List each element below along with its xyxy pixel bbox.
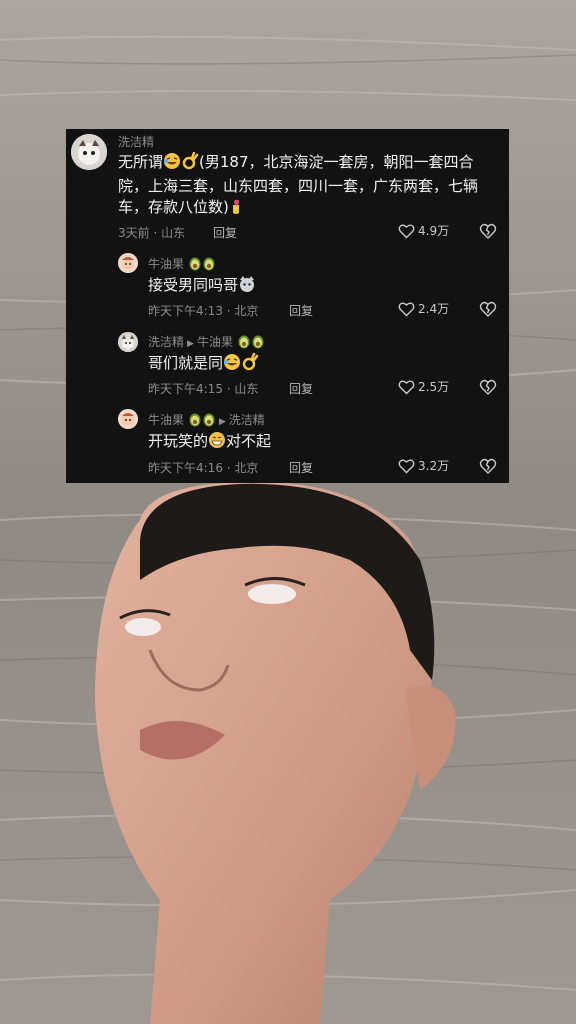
like-count: 2.5万 xyxy=(418,380,450,394)
comment-text-body: 接受男同吗哥 xyxy=(148,276,239,294)
broken-heart-icon[interactable] xyxy=(479,222,497,240)
cat-face-emoji-icon xyxy=(238,275,256,299)
comment-text: 接受男同吗哥 xyxy=(148,275,256,299)
comment-text: 开玩笑的 对不起 xyxy=(148,431,271,455)
comment-text: 无所谓 (男187，北京海淀一套房，朝阳一套四合院，上海三套，山东四套，四川一套，… xyxy=(118,151,498,221)
cartoon-face-avatar-icon xyxy=(118,409,138,429)
comment-text-prefix: 开玩笑的 xyxy=(148,432,209,450)
broken-heart-icon[interactable] xyxy=(479,300,497,318)
avatar[interactable] xyxy=(118,409,138,429)
comment-text: 哥们就是同 xyxy=(148,352,259,377)
comment-text-body: 哥们就是同 xyxy=(148,354,224,372)
reply-arrow-icon: ▶ xyxy=(218,417,226,427)
heart-outline-icon xyxy=(398,302,415,316)
avocado-emoji-icon xyxy=(237,333,251,352)
avocado-emoji-icon xyxy=(202,411,216,430)
author-name: 洗洁精 xyxy=(148,335,185,349)
cartoon-face-avatar-icon xyxy=(118,253,138,273)
heart-outline-icon xyxy=(398,380,415,394)
avocado-emoji-icon xyxy=(202,255,216,274)
avocado-emoji-icon xyxy=(251,333,265,352)
like-button[interactable]: 2.5万 xyxy=(398,378,449,395)
cat-avatar-icon xyxy=(71,134,107,170)
reply-button[interactable]: 回复 xyxy=(289,459,313,476)
author-name: 牛油果 xyxy=(148,413,185,427)
crossed-fingers-heart-emoji-icon xyxy=(229,197,243,221)
reply-to-name: 洗洁精 xyxy=(228,413,265,427)
author-name: 牛油果 xyxy=(148,257,185,271)
comment-author[interactable]: 牛油果 xyxy=(148,255,216,274)
cat-avatar-icon xyxy=(118,332,138,352)
laughing-tears-emoji-icon xyxy=(163,152,181,176)
reply-button[interactable]: 回复 xyxy=(213,224,237,241)
heart-outline-icon xyxy=(398,459,415,473)
like-count: 3.2万 xyxy=(418,459,450,473)
like-count: 4.9万 xyxy=(418,224,450,238)
comment-meta: 昨天下午4:16 · 北京 xyxy=(148,461,259,475)
laughing-tears-emoji-icon xyxy=(223,353,241,377)
like-count: 2.4万 xyxy=(418,302,450,316)
heart-outline-icon xyxy=(398,224,415,238)
avocado-emoji-icon xyxy=(188,255,202,274)
like-button[interactable]: 2.4万 xyxy=(398,300,449,317)
comment-thread-overlay: 洗洁精 无所谓 (男187，北京海淀一套房，朝阳一套四合院，上海三套，山东四套，四… xyxy=(66,129,509,483)
comment-author[interactable]: 牛油果 ▶ 洗洁精 xyxy=(148,411,265,430)
ok-hand-emoji-icon xyxy=(241,352,259,377)
comment-meta: 3天前 · 山东 xyxy=(118,226,186,240)
broken-heart-icon[interactable] xyxy=(479,457,497,475)
ok-hand-emoji-icon xyxy=(181,151,199,176)
avatar[interactable] xyxy=(118,253,138,273)
avocado-emoji-icon xyxy=(188,411,202,430)
reply-to-name: 牛油果 xyxy=(196,335,233,349)
broken-heart-icon[interactable] xyxy=(479,378,497,396)
grinning-sweat-emoji-icon xyxy=(208,431,226,455)
reply-arrow-icon: ▶ xyxy=(187,339,194,349)
comment-author[interactable]: 洗洁精 ▶ 牛油果 xyxy=(148,333,265,352)
comment-meta: 昨天下午4:13 · 北京 xyxy=(148,304,259,318)
comment-author[interactable]: 洗洁精 xyxy=(118,133,154,150)
reply-button[interactable]: 回复 xyxy=(289,380,313,397)
comment-meta: 昨天下午4:15 · 山东 xyxy=(148,382,259,396)
like-button[interactable]: 4.9万 xyxy=(398,222,449,239)
like-button[interactable]: 3.2万 xyxy=(398,457,449,474)
avatar[interactable] xyxy=(71,134,107,170)
avatar[interactable] xyxy=(118,332,138,352)
comment-text-suffix: 对不起 xyxy=(226,432,272,450)
reply-button[interactable]: 回复 xyxy=(289,302,313,319)
comment-text-prefix: 无所谓 xyxy=(118,153,164,171)
